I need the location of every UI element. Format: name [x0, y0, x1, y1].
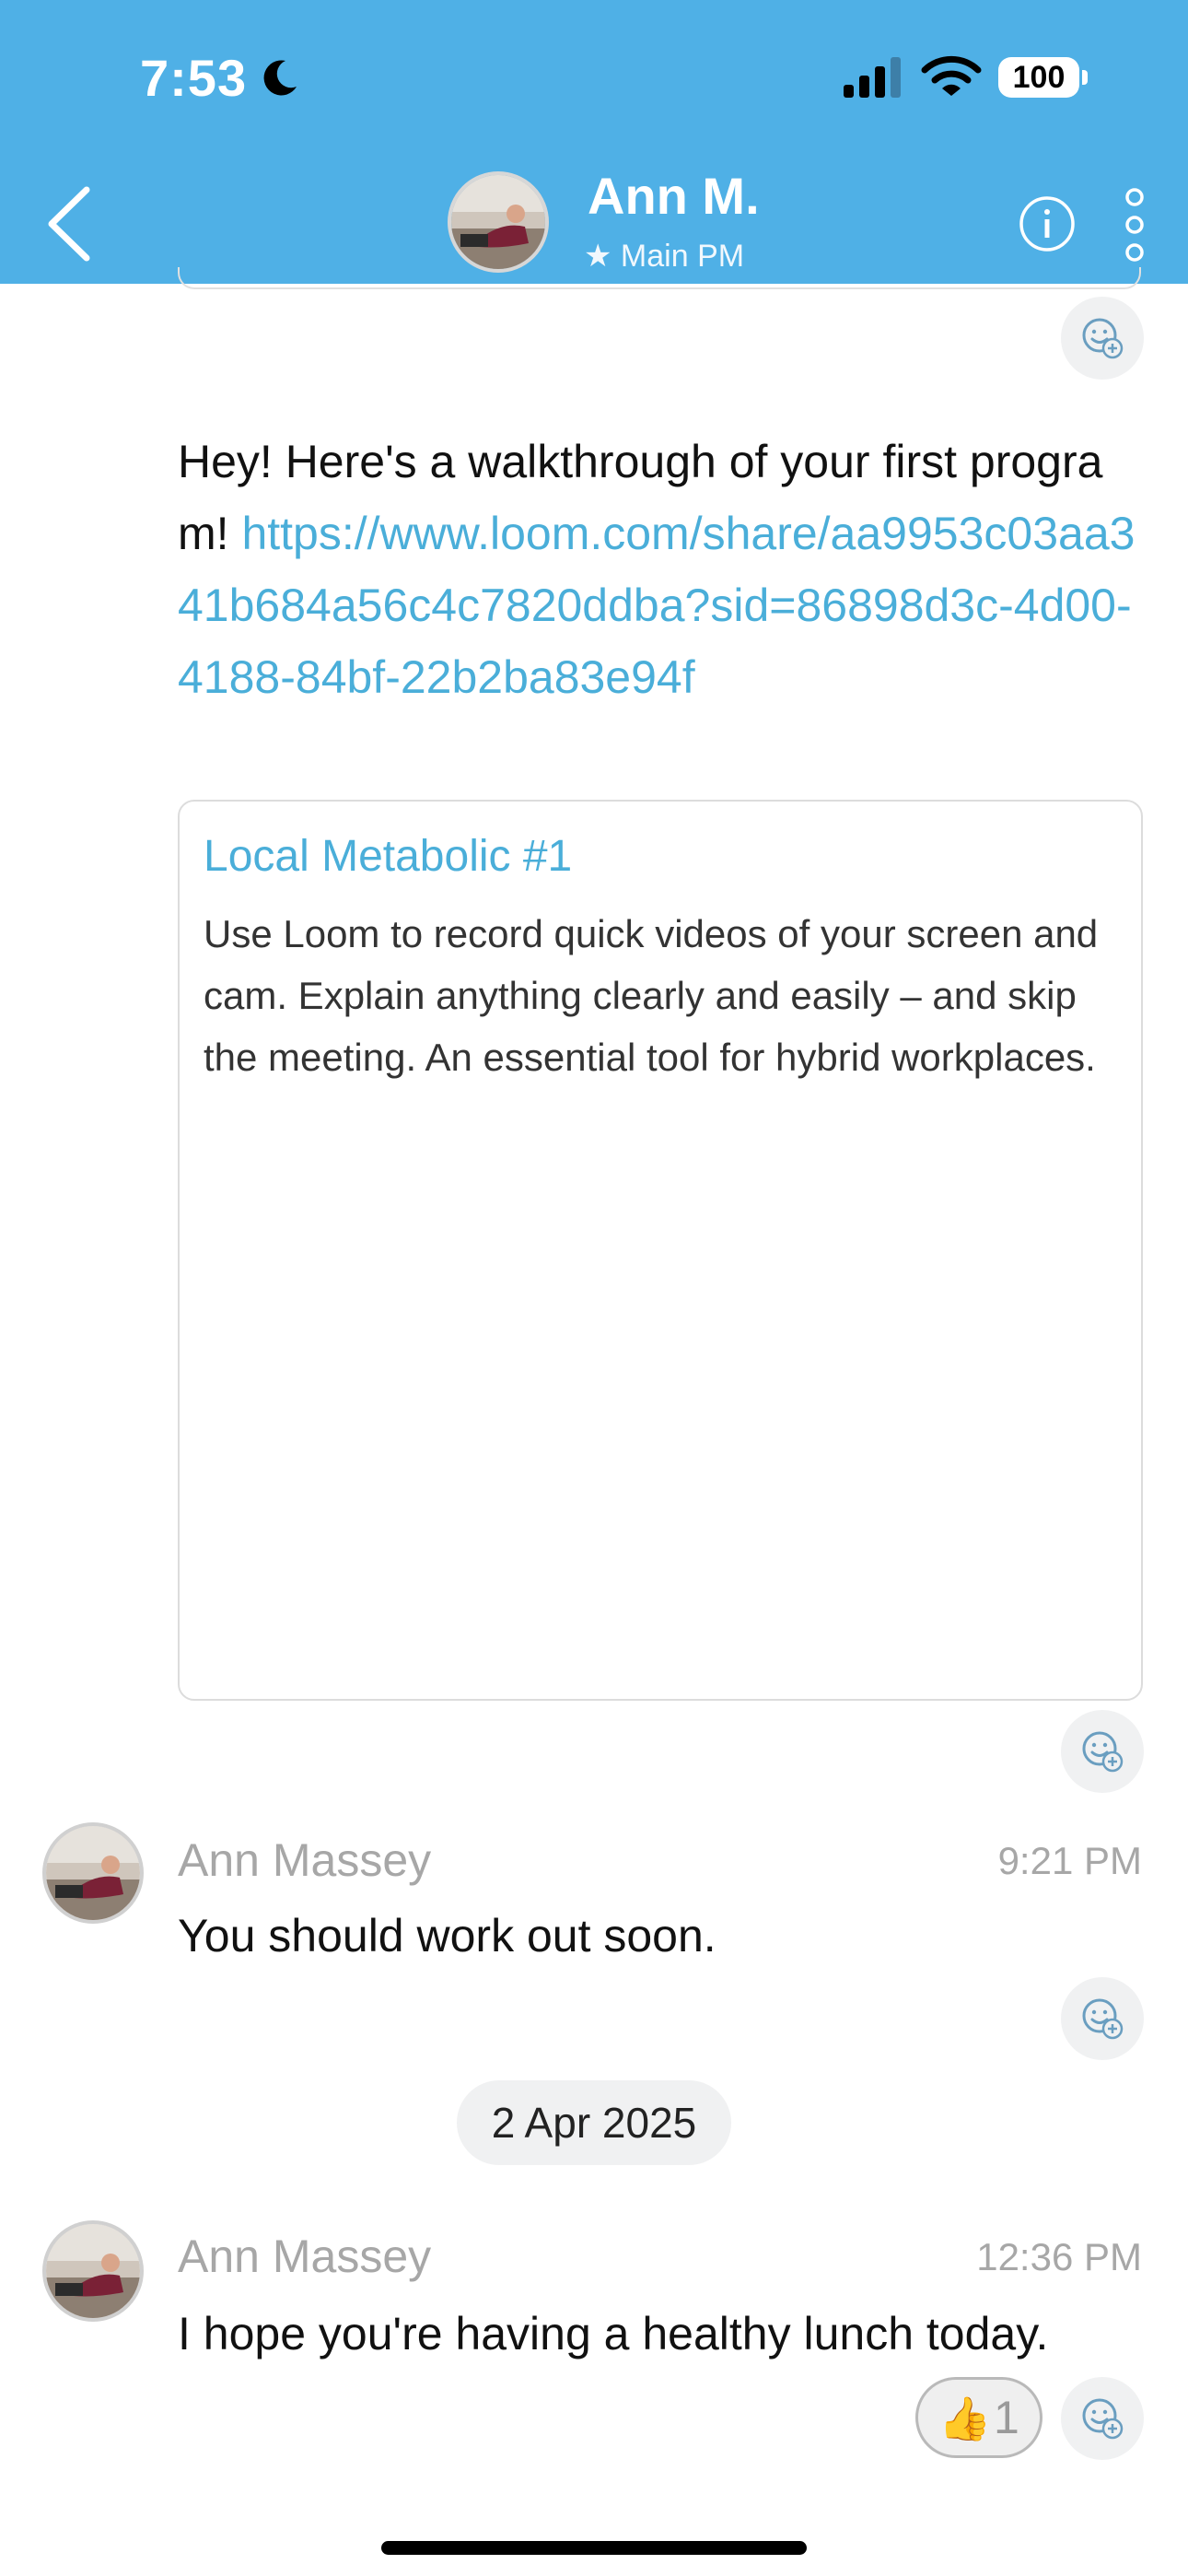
add-reaction-icon — [1082, 1998, 1124, 2040]
info-icon[interactable] — [1019, 195, 1076, 252]
add-reaction-button[interactable] — [1061, 1977, 1144, 2060]
message-text: I hope you're having a healthy lunch tod… — [178, 2308, 1049, 2359]
message-text: You should work out soon. — [178, 1910, 716, 1961]
more-options-icon[interactable] — [1118, 186, 1151, 263]
moon-icon — [263, 60, 297, 96]
status-time: 7:53 — [140, 49, 248, 107]
add-reaction-icon — [1082, 2398, 1124, 2440]
thumbs-up-icon: 👍 — [938, 2395, 992, 2442]
sender-name: Ann Massey — [178, 1834, 432, 1886]
loom-link[interactable]: https://www.loom.com/share/aa9953c03aa34… — [178, 508, 1135, 703]
sender-avatar[interactable] — [42, 2220, 144, 2322]
link-preview-description: Use Loom to record quick videos of your … — [204, 912, 1099, 1079]
contact-avatar[interactable] — [448, 171, 549, 273]
thumbs-up-reaction[interactable]: 👍 1 — [915, 2377, 1042, 2458]
contact-name[interactable]: Ann M. — [588, 166, 760, 226]
wifi-icon — [921, 55, 982, 96]
battery-indicator: 100 — [998, 57, 1079, 98]
home-indicator[interactable] — [381, 2541, 807, 2555]
battery-nub — [1082, 70, 1088, 85]
chat-header: 7:53 100 Ann M. ★ Main PM — [0, 0, 1188, 284]
link-preview-card[interactable]: Local Metabolic #1 Use Loom to record qu… — [178, 800, 1143, 1701]
add-reaction-button[interactable] — [1061, 2377, 1144, 2460]
date-separator: 2 Apr 2025 — [457, 2080, 731, 2165]
add-reaction-button[interactable] — [1061, 1710, 1144, 1793]
add-reaction-button[interactable] — [1061, 297, 1144, 380]
reaction-count: 1 — [994, 2392, 1019, 2443]
add-reaction-icon — [1082, 1731, 1124, 1773]
back-chevron-icon[interactable] — [42, 184, 98, 263]
previous-link-preview — [178, 267, 1141, 289]
message-time: 9:21 PM — [997, 1839, 1142, 1882]
sender-name: Ann Massey — [178, 2231, 432, 2282]
message-time: 12:36 PM — [976, 2235, 1142, 2278]
link-preview-title[interactable]: Local Metabolic #1 — [204, 831, 572, 882]
message-text-walkthrough: Hey! Here's a walkthrough of your first … — [178, 426, 1145, 713]
add-reaction-icon — [1082, 318, 1124, 359]
sender-avatar[interactable] — [42, 1822, 144, 1924]
cellular-signal-icon — [844, 57, 901, 98]
